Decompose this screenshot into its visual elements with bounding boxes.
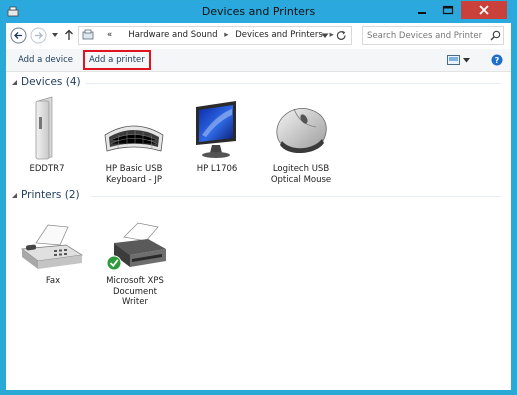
- device-name: EDDTR7: [29, 164, 65, 174]
- keyboard-icon: [104, 125, 164, 152]
- breadcrumb-hardware-and-sound[interactable]: Hardware and Sound: [128, 30, 217, 40]
- group-divider: [91, 196, 501, 197]
- search-icon[interactable]: [490, 30, 501, 41]
- collapse-chevron-icon[interactable]: [11, 79, 18, 86]
- minimize-icon: [418, 12, 426, 14]
- search-box[interactable]: [362, 26, 504, 45]
- printer-icon: [106, 222, 166, 271]
- breadcrumb-devices-and-printers[interactable]: Devices and Printers: [235, 30, 323, 40]
- change-view-icon[interactable]: [447, 55, 461, 66]
- collapse-chevron-icon[interactable]: [11, 192, 18, 199]
- add-printer-button[interactable]: Add a printer: [83, 50, 151, 70]
- search-input[interactable]: [367, 29, 482, 42]
- forward-button[interactable]: [30, 27, 47, 44]
- svg-text:?: ?: [495, 56, 500, 65]
- maximize-button[interactable]: [435, 1, 461, 19]
- computer-icon: [35, 96, 53, 160]
- device-name: Logitech USB Optical Mouse: [270, 164, 332, 185]
- close-icon: [479, 5, 489, 15]
- control-panel-icon: [82, 29, 94, 40]
- add-device-button[interactable]: Add a device: [14, 52, 77, 68]
- device-item[interactable]: Logitech USB Optical Mouse: [264, 95, 338, 185]
- back-button[interactable]: [10, 27, 27, 44]
- refresh-icon[interactable]: [335, 29, 348, 42]
- device-item[interactable]: HP Basic USB Keyboard - JP: [97, 95, 171, 185]
- printer-item[interactable]: Fax: [18, 215, 88, 287]
- device-item[interactable]: EDDTR7: [16, 95, 78, 175]
- up-arrow-icon[interactable]: [64, 29, 74, 41]
- help-icon[interactable]: ?: [491, 54, 503, 66]
- monitor-icon: [196, 101, 236, 158]
- printers-group-label: Printers (2): [21, 189, 80, 201]
- address-bar[interactable]: « Hardware and Sound ▸ Devices and Print…: [78, 26, 352, 45]
- command-bar: Add a device Add a printer ?: [6, 49, 511, 72]
- printer-item[interactable]: Microsoft XPS Document Writer: [100, 215, 170, 308]
- close-button[interactable]: [461, 1, 507, 19]
- devices-group-header[interactable]: Devices (4): [6, 75, 511, 91]
- breadcrumb-overflow[interactable]: «: [107, 30, 112, 40]
- navigation-bar: « Hardware and Sound ▸ Devices and Print…: [6, 23, 511, 49]
- default-printer-check-icon: [106, 255, 122, 271]
- group-divider: [86, 83, 501, 84]
- breadcrumb: « Hardware and Sound ▸ Devices and Print…: [107, 30, 338, 40]
- view-options-dropdown-icon[interactable]: [463, 58, 470, 63]
- mouse-icon: [276, 108, 327, 154]
- address-dropdown-icon[interactable]: [321, 33, 329, 39]
- window: Devices and Printers « Hardware and Soun…: [0, 0, 517, 395]
- fax-icon: [21, 224, 84, 269]
- devices-group-label: Devices (4): [21, 76, 81, 88]
- title-bar: Devices and Printers: [1, 1, 516, 23]
- device-item[interactable]: HP L1706: [186, 95, 248, 175]
- printer-name: Microsoft XPS Document Writer: [106, 276, 164, 307]
- device-name: HP L1706: [196, 164, 238, 174]
- explorer-content: « Hardware and Sound ▸ Devices and Print…: [6, 23, 511, 390]
- minimize-button[interactable]: [409, 1, 435, 19]
- recent-locations-chevron-icon[interactable]: [51, 31, 59, 39]
- device-name: HP Basic USB Keyboard - JP: [105, 164, 163, 185]
- printer-name: Fax: [45, 276, 61, 286]
- printers-group-header[interactable]: Printers (2): [6, 188, 511, 204]
- breadcrumb-separator-icon[interactable]: ▸: [220, 30, 232, 40]
- maximize-icon: [442, 5, 454, 15]
